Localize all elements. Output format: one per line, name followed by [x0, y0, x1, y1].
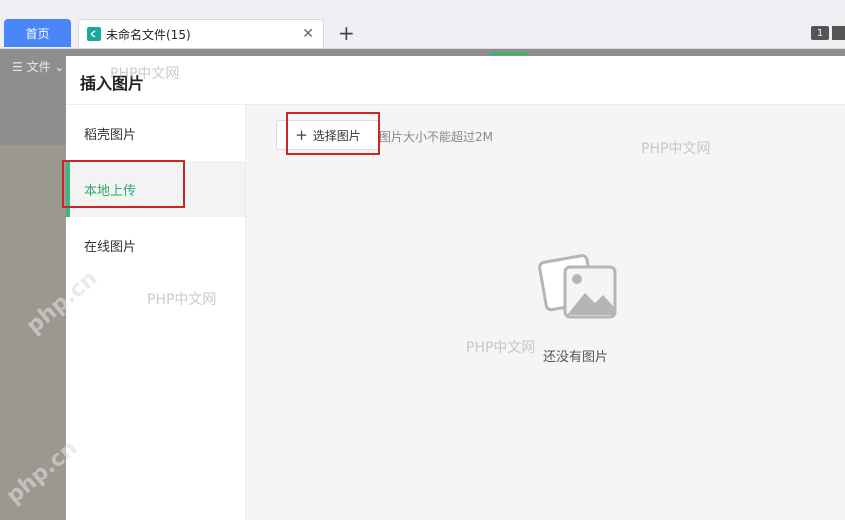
window-switch-icon[interactable] — [832, 26, 845, 40]
size-limit-hint: 图片大小不能超过2M — [379, 130, 493, 144]
insert-image-dialog: 插入图片 稻壳图片 本地上传 在线图片 + 选择图片 图片大小不能超过2M 还没… — [66, 56, 845, 520]
image-placeholder-icon — [535, 245, 619, 329]
tab-bar: 首页 未命名文件(15) ✕ + 1 — [0, 0, 845, 49]
file-menu[interactable]: ☰ 文件 ⌄ — [12, 58, 64, 75]
close-tab-icon[interactable]: ✕ — [302, 27, 314, 41]
highlight-local-upload — [62, 160, 185, 208]
toolbar-active-indicator — [490, 52, 528, 55]
watermark: PHP中文网 — [466, 340, 536, 356]
watermark: PHP中文网 — [641, 141, 711, 157]
tab-document-title: 未命名文件(15) — [106, 27, 191, 42]
highlight-select-button — [286, 112, 380, 155]
window-count-badge[interactable]: 1 — [811, 26, 829, 40]
watermark: PHP中文网 — [110, 66, 180, 82]
dialog-header: 插入图片 — [66, 56, 845, 105]
tab-document[interactable]: 未命名文件(15) ✕ — [78, 19, 324, 48]
empty-state-text: 还没有图片 — [543, 350, 609, 365]
watermark: PHP中文网 — [147, 292, 217, 308]
upload-panel: + 选择图片 图片大小不能超过2M 还没有图片 — [246, 105, 845, 520]
sidebar-item-docer-images[interactable]: 稻壳图片 — [66, 105, 245, 161]
document-icon — [87, 27, 101, 41]
tab-home[interactable]: 首页 — [4, 19, 71, 47]
sidebar-item-online-images[interactable]: 在线图片 — [66, 217, 245, 273]
new-tab-button[interactable]: + — [338, 22, 355, 44]
